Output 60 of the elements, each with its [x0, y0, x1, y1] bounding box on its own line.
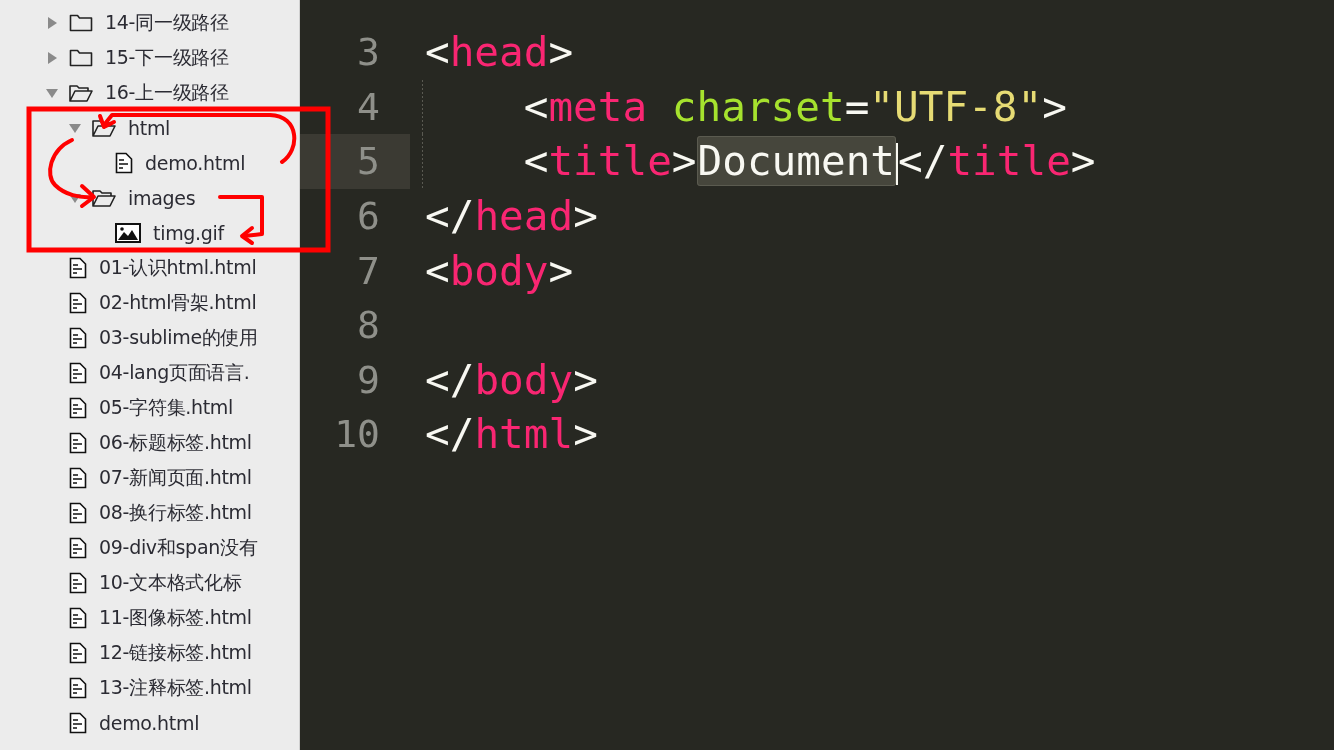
- file-icon: [69, 711, 87, 734]
- file-name[interactable]: 03-sublime的使用: [99, 324, 258, 351]
- file-name[interactable]: 06-标题标签.html: [99, 429, 252, 456]
- code-line: </head>: [425, 192, 598, 241]
- folder-name[interactable]: images: [128, 186, 196, 209]
- file-icon: [69, 501, 87, 524]
- line-number: 5: [357, 139, 380, 184]
- file-name[interactable]: 08-换行标签.html: [99, 499, 252, 526]
- file-icon: [115, 151, 133, 174]
- file-icon: [69, 606, 87, 629]
- open-folder-icon: [69, 83, 93, 102]
- file-name[interactable]: 02-html骨架.html: [99, 289, 257, 316]
- file-icon: [69, 361, 87, 384]
- folder-name[interactable]: 16-上一级路径: [105, 79, 229, 106]
- file-icon: [69, 641, 87, 664]
- line-number: 3: [357, 30, 380, 75]
- open-folder-icon: [92, 118, 116, 137]
- file-name[interactable]: 12-链接标签.html: [99, 639, 252, 666]
- file-icon: [69, 431, 87, 454]
- code-line: <title>Document</title>: [522, 137, 1096, 186]
- line-number: 8: [357, 303, 380, 348]
- folder-name[interactable]: 14-同一级路径: [105, 9, 229, 36]
- image-file-icon: [115, 222, 141, 243]
- code-line: <head>: [425, 28, 574, 77]
- expand-arrow-icon[interactable]: [45, 50, 59, 65]
- file-icon: [69, 676, 87, 699]
- line-number: 9: [357, 357, 380, 402]
- line-number: 10: [334, 412, 380, 457]
- line-number: 6: [357, 194, 380, 239]
- file-name[interactable]: 11-图像标签.html: [99, 604, 252, 631]
- file-name[interactable]: demo.html: [99, 711, 200, 734]
- file-name[interactable]: timg.gif: [153, 221, 224, 244]
- file-icon: [69, 536, 87, 559]
- file-icon: [69, 466, 87, 489]
- file-icon: [69, 571, 87, 594]
- folder-name[interactable]: 15-下一级路径: [105, 44, 229, 71]
- file-name[interactable]: 10-文本格式化标: [99, 569, 242, 596]
- file-name[interactable]: 04-lang页面语言.: [99, 359, 250, 386]
- file-icon: [69, 326, 87, 349]
- code-line: </html>: [425, 410, 598, 459]
- file-name[interactable]: 09-div和span没有: [99, 534, 258, 561]
- folder-icon: [69, 13, 93, 32]
- folder-name[interactable]: html: [128, 116, 171, 139]
- annotation-arrow: [48, 138, 96, 208]
- folder-icon: [69, 48, 93, 67]
- file-icon: [69, 396, 87, 419]
- file-name[interactable]: 05-字符集.html: [99, 394, 234, 421]
- line-number: 7: [357, 248, 380, 293]
- code-line: </body>: [425, 355, 598, 404]
- file-name[interactable]: 07-新闻页面.html: [99, 464, 252, 491]
- file-icon: [69, 256, 87, 279]
- file-name[interactable]: 13-注释标签.html: [99, 674, 252, 701]
- file-name[interactable]: demo.html: [145, 151, 246, 174]
- code-line: <body>: [425, 246, 574, 295]
- code-line: <meta charset="UTF-8">: [522, 82, 1067, 131]
- line-number: 4: [357, 84, 380, 129]
- file-icon: [69, 291, 87, 314]
- open-folder-icon: [92, 188, 116, 207]
- file-name[interactable]: 01-认识html.html: [99, 254, 257, 281]
- expand-arrow-icon[interactable]: [45, 15, 59, 30]
